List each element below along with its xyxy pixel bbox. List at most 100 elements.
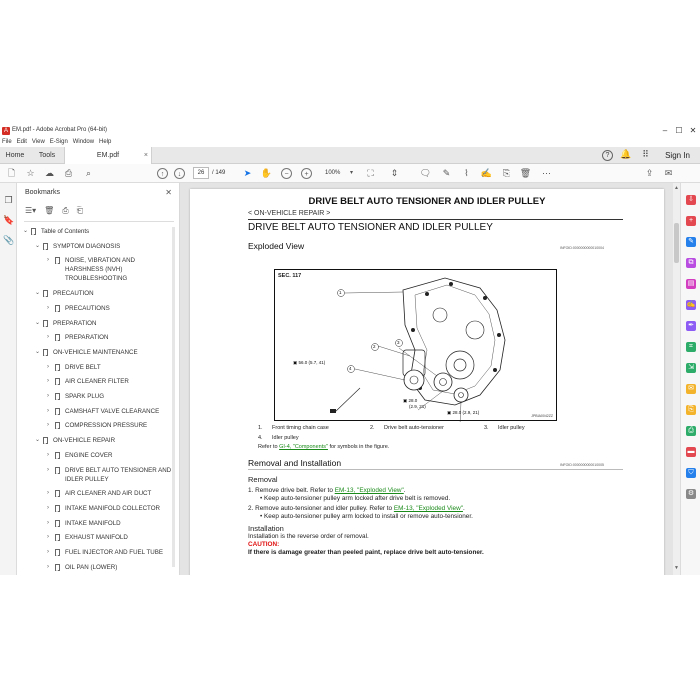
zoom-dropdown-icon[interactable]: ▾ bbox=[345, 167, 358, 180]
gi-4-link[interactable]: GI-4, "Components" bbox=[279, 444, 328, 450]
bookmarks-icon[interactable]: 🔖 bbox=[3, 215, 14, 226]
new-bookmark-icon[interactable]: ⎙ bbox=[62, 206, 68, 216]
chevron-right-icon[interactable]: › bbox=[47, 392, 53, 401]
maximize-button[interactable]: ☐ bbox=[672, 126, 686, 136]
fit-page-icon[interactable]: ⛶ bbox=[364, 167, 377, 180]
chevron-down-icon[interactable]: ⌄ bbox=[35, 242, 41, 251]
tab-home[interactable]: Home bbox=[0, 147, 30, 164]
bookmarks-scrollbar[interactable] bbox=[172, 227, 175, 567]
menu-help[interactable]: Help bbox=[99, 137, 111, 147]
scroll-thumb[interactable] bbox=[674, 223, 679, 263]
chevron-right-icon[interactable]: › bbox=[47, 504, 53, 513]
next-page-icon[interactable]: ↓ bbox=[174, 168, 185, 179]
comment-icon[interactable]: 🗨 bbox=[419, 167, 432, 180]
help-icon[interactable]: ? bbox=[602, 150, 613, 161]
more-icon[interactable]: ⋯ bbox=[540, 167, 553, 180]
legend-num-2: 2. bbox=[370, 425, 375, 431]
menu-esign[interactable]: E-Sign bbox=[50, 137, 68, 147]
chevron-right-icon[interactable]: › bbox=[47, 304, 53, 313]
chevron-right-icon[interactable]: › bbox=[47, 407, 53, 416]
scroll-up-icon[interactable]: ▲ bbox=[673, 185, 680, 191]
compress-icon[interactable]: ⇲ bbox=[686, 363, 696, 373]
chevron-right-icon[interactable]: › bbox=[47, 489, 53, 498]
star-icon[interactable]: ☆ bbox=[24, 167, 37, 180]
chevron-right-icon[interactable]: › bbox=[47, 256, 53, 265]
chevron-down-icon[interactable]: ⌄ bbox=[35, 289, 41, 298]
chevron-down-icon[interactable]: ⌄ bbox=[35, 436, 41, 445]
bookmark-label: HARSHNESS (NVH) bbox=[65, 266, 123, 274]
redact-icon[interactable]: ▬ bbox=[686, 447, 696, 457]
page-number-input[interactable]: 26 bbox=[193, 167, 209, 179]
chevron-down-icon[interactable]: ⌄ bbox=[23, 227, 29, 236]
zoom-in-icon[interactable]: + bbox=[301, 168, 312, 179]
email-icon[interactable]: ✉ bbox=[662, 167, 675, 180]
close-window-button[interactable]: ✕ bbox=[686, 126, 700, 136]
highlight-icon[interactable]: ⌇ bbox=[460, 167, 473, 180]
options-menu-icon[interactable]: ☰▾ bbox=[25, 206, 36, 215]
hand-icon[interactable]: ✋ bbox=[260, 167, 273, 180]
chevron-right-icon[interactable]: › bbox=[47, 421, 53, 430]
edit-pdf-icon[interactable]: ✎ bbox=[686, 237, 696, 247]
zoom-out-icon[interactable]: − bbox=[281, 168, 292, 179]
search-icon[interactable]: ⌕ bbox=[82, 167, 95, 180]
new-file-icon[interactable]: 🗋 bbox=[5, 167, 18, 180]
more-tools-icon[interactable]: ⚙ bbox=[686, 489, 696, 499]
sign-in-button[interactable]: Sign In bbox=[665, 147, 690, 164]
close-panel-icon[interactable]: ✕ bbox=[165, 188, 172, 197]
stamp-icon[interactable]: ⎘ bbox=[500, 167, 513, 180]
sign-icon[interactable]: ✍ bbox=[480, 167, 493, 180]
upload-icon[interactable]: ☁ bbox=[43, 167, 56, 180]
export-pdf-icon[interactable]: ⇩ bbox=[686, 195, 696, 205]
print-production-icon[interactable]: ⎙ bbox=[686, 426, 696, 436]
bookmark-icon bbox=[55, 519, 60, 527]
share-icon[interactable]: ⇪ bbox=[643, 167, 656, 180]
stamp-tool-icon[interactable]: ⎘ bbox=[686, 405, 696, 415]
protect-icon[interactable]: ⛉ bbox=[686, 468, 696, 478]
menu-file[interactable]: File bbox=[2, 137, 12, 147]
scroll-mode-icon[interactable]: ⇕ bbox=[388, 167, 401, 180]
chevron-right-icon[interactable]: › bbox=[47, 451, 53, 460]
combine-files-icon[interactable]: ⧉ bbox=[686, 258, 696, 268]
tab-document[interactable]: EM.pdf × bbox=[64, 147, 152, 164]
chevron-right-icon[interactable]: › bbox=[47, 563, 53, 572]
chevron-right-icon[interactable]: › bbox=[47, 466, 53, 475]
menu-edit[interactable]: Edit bbox=[17, 137, 27, 147]
close-tab-icon[interactable]: × bbox=[144, 147, 148, 164]
print-icon[interactable]: ⎙ bbox=[62, 167, 75, 180]
minimize-button[interactable]: – bbox=[658, 126, 672, 136]
pdf-page: DRIVE BELT AUTO TENSIONER AND IDLER PULL… bbox=[190, 189, 664, 575]
fill-sign-icon[interactable]: ✍ bbox=[686, 300, 696, 310]
delete-icon[interactable]: 🗑 bbox=[519, 167, 532, 180]
chevron-right-icon[interactable]: › bbox=[47, 548, 53, 557]
request-signature-icon[interactable]: ✒ bbox=[686, 321, 696, 331]
bell-icon[interactable]: 🔔 bbox=[620, 150, 631, 161]
apps-grid-icon[interactable]: ⠿ bbox=[640, 150, 651, 161]
cursor-icon[interactable]: ➤ bbox=[241, 167, 254, 180]
tab-tools[interactable]: Tools bbox=[30, 147, 64, 164]
pen-icon[interactable]: ✎ bbox=[440, 167, 453, 180]
prev-page-icon[interactable]: ↑ bbox=[157, 168, 168, 179]
document-scrollbar[interactable]: ▲ ▼ bbox=[673, 183, 680, 575]
figure-id: JPBIA0042ZZ bbox=[531, 414, 553, 418]
chevron-right-icon[interactable]: › bbox=[47, 377, 53, 386]
expand-bookmark-icon[interactable]: ⎗ bbox=[77, 206, 83, 216]
bookmark-label: PRECAUTION bbox=[53, 290, 94, 298]
em-13-link-2[interactable]: EM-13, "Exploded View" bbox=[394, 505, 463, 512]
chevron-down-icon[interactable]: ⌄ bbox=[35, 319, 41, 328]
menu-view[interactable]: View bbox=[32, 137, 45, 147]
organize-pages-icon[interactable]: ▤ bbox=[686, 279, 696, 289]
delete-bookmark-icon[interactable]: 🗑 bbox=[44, 206, 54, 215]
scroll-down-icon[interactable]: ▼ bbox=[673, 565, 680, 571]
menu-window[interactable]: Window bbox=[73, 137, 94, 147]
chevron-right-icon[interactable]: › bbox=[47, 363, 53, 372]
comment-tool-icon[interactable]: ✉ bbox=[686, 384, 696, 394]
chevron-right-icon[interactable]: › bbox=[47, 519, 53, 528]
create-pdf-icon[interactable]: + bbox=[686, 216, 696, 226]
chevron-down-icon[interactable]: ⌄ bbox=[35, 348, 41, 357]
chevron-right-icon[interactable]: › bbox=[47, 533, 53, 542]
chevron-right-icon[interactable]: › bbox=[47, 333, 53, 342]
page-thumbnails-icon[interactable]: ❐ bbox=[3, 195, 14, 206]
attachments-icon[interactable]: 📎 bbox=[3, 235, 14, 246]
em-13-link-1[interactable]: EM-13, "Exploded View" bbox=[335, 487, 404, 494]
scan-ocr-icon[interactable]: ⌗ bbox=[686, 342, 696, 352]
